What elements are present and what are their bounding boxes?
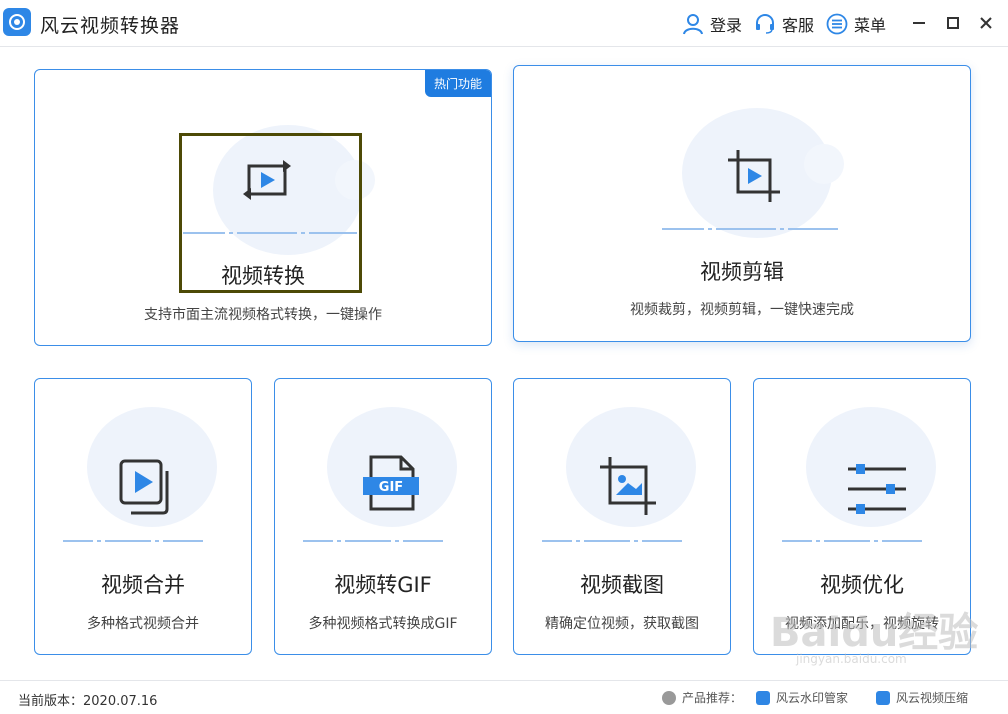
app-logo-icon [3,8,31,36]
maximize-button[interactable] [942,12,964,34]
video-screenshot-card[interactable]: 视频截图 精确定位视频，获取截图 [513,378,731,655]
compress-app-icon [876,690,890,705]
login-label: 登录 [710,16,743,35]
footer-bar: 当前版本：2020.07.16 产品推荐： 风云水印管家 风云视频压缩 [0,680,1008,714]
product-recommend-label: 产品推荐： [662,689,742,706]
video-convert-desc: 支持市面主流视频格式转换，一键操作 [144,307,382,323]
sliders-icon [848,464,906,514]
card-divider [303,540,443,542]
convert-play-icon [243,160,291,200]
service-button[interactable]: 客服 [754,12,814,36]
product-link-compress[interactable]: 风云视频压缩 [876,689,968,706]
product-link-label: 风云水印管家 [776,691,849,705]
background-blob [804,144,844,184]
video-convert-title: 视频转换 [221,264,305,288]
card-divider [782,540,922,542]
minimize-button[interactable] [908,12,930,34]
crop-image-icon [600,457,656,515]
version-label: 当前版本：2020.07.16 [18,694,158,709]
crop-play-icon [728,150,780,202]
video-merge-desc: 多种格式视频合并 [87,616,199,632]
login-button[interactable]: 登录 [682,12,742,36]
service-label: 客服 [782,16,815,35]
video-edit-desc: 视频裁剪，视频剪辑，一键快速完成 [630,302,854,318]
video-optimize-title: 视频优化 [820,573,904,597]
video-edit-title: 视频剪辑 [700,260,784,284]
close-button[interactable] [975,12,997,34]
card-divider [542,540,682,542]
video-to-gif-card[interactable]: GIF 视频转GIF 多种视频格式转换成GIF [274,378,492,655]
video-convert-card[interactable]: 热门功能 视频转换 支持市面主流视频格式转换，一键操作 [34,69,492,346]
video-to-gif-title: 视频转GIF [334,573,432,597]
product-link-watermark[interactable]: 风云水印管家 [756,689,848,706]
video-merge-title: 视频合并 [101,573,185,597]
video-screenshot-desc: 精确定位视频，获取截图 [545,616,699,632]
card-divider [662,228,838,230]
maximize-icon [947,17,959,29]
minimize-icon [913,22,925,24]
gif-file-icon: GIF [363,455,419,511]
baidu-watermark: Baidu经验 [770,610,979,656]
card-divider [183,232,357,234]
menu-icon [826,13,848,35]
video-edit-card[interactable]: 视频剪辑 视频裁剪，视频剪辑，一键快速完成 [513,65,971,342]
title-bar: 风云视频转换器 登录 客服 菜单 [0,0,1008,47]
menu-button[interactable]: 菜单 [826,12,886,36]
user-icon [683,14,703,35]
headset-icon [756,14,774,34]
info-icon [662,690,676,705]
video-screenshot-title: 视频截图 [580,573,664,597]
card-divider [63,540,203,542]
watermark-app-icon [756,690,770,705]
stacked-play-icon [119,459,169,515]
menu-label: 菜单 [854,16,887,35]
video-to-gif-desc: 多种视频格式转换成GIF [308,616,458,632]
close-icon [980,17,992,29]
background-blob [335,160,375,200]
baidu-watermark-url: jingyan.baidu.com [796,652,907,666]
video-merge-card[interactable]: 视频合并 多种格式视频合并 [34,378,252,655]
gif-icon-label: GIF [379,480,403,495]
hot-feature-badge: 热门功能 [424,70,491,97]
product-link-label: 风云视频压缩 [896,691,969,705]
app-title: 风云视频转换器 [40,15,181,37]
